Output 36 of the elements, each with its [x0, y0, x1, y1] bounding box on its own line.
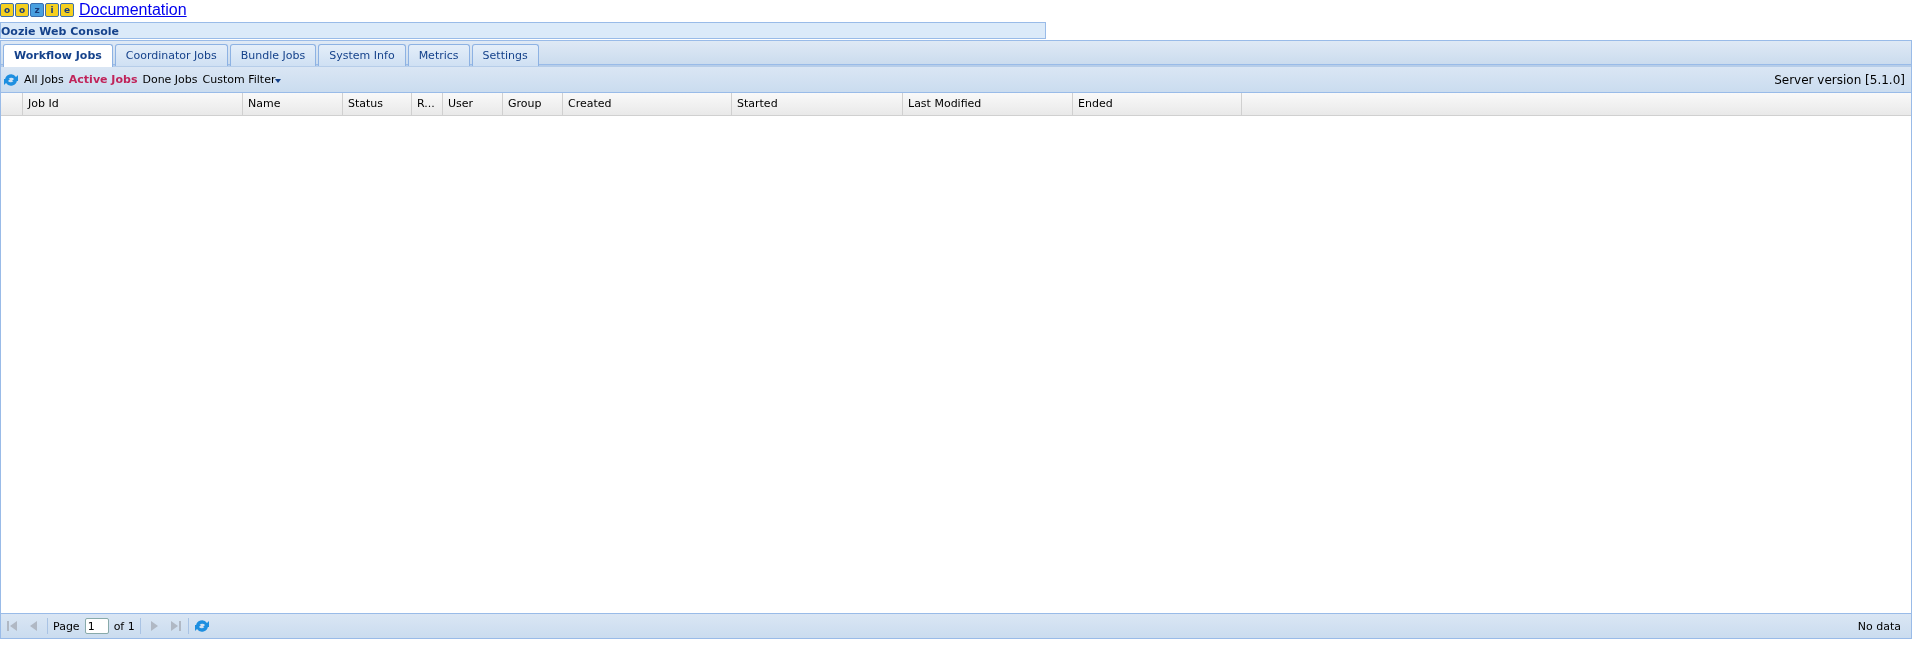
logo-letter: z — [30, 3, 44, 17]
column-header[interactable]: Group — [503, 93, 563, 115]
tab[interactable]: Bundle Jobs — [229, 44, 317, 66]
tab[interactable]: System Info — [318, 44, 406, 66]
refresh-icon — [193, 618, 210, 634]
column-header[interactable]: Started — [732, 93, 903, 115]
page-label: Page — [53, 619, 80, 633]
tab[interactable]: Settings — [471, 44, 539, 66]
console-title: Oozie Web Console — [0, 22, 1046, 39]
column-header[interactable]: R... — [412, 93, 443, 115]
page-input[interactable]: 1 — [84, 618, 109, 634]
documentation-link[interactable]: Documentation — [79, 1, 187, 19]
server-version: Server version [5.1.0] — [1774, 72, 1906, 87]
column-header[interactable]: Created — [563, 93, 732, 115]
refresh-button[interactable] — [193, 618, 210, 634]
refresh-icon[interactable] — [3, 71, 19, 88]
tab[interactable]: Metrics — [407, 44, 470, 66]
filter-link[interactable]: Done Jobs — [142, 73, 198, 86]
logo-letter: o — [15, 3, 29, 17]
logo-letter: i — [45, 3, 59, 17]
column-header[interactable]: Name — [243, 93, 343, 115]
column-header[interactable]: Ended — [1073, 93, 1242, 115]
column-header[interactable]: User — [443, 93, 503, 115]
filter-link[interactable]: Active Jobs — [68, 73, 138, 86]
caret-icon — [275, 79, 282, 83]
column-header[interactable]: Last Modified — [903, 93, 1073, 115]
column-header[interactable]: Status — [343, 93, 412, 115]
filter-dropdown[interactable]: Custom Filter — [202, 73, 282, 86]
tab[interactable]: Workflow Jobs — [3, 44, 113, 67]
tab[interactable]: Coordinator Jobs — [114, 44, 228, 66]
paging-status: No data — [1857, 619, 1902, 633]
logo-letter: o — [0, 3, 14, 17]
logo-letter: e — [60, 3, 74, 17]
column-header[interactable]: Job Id — [23, 93, 243, 115]
page-count: of 1 — [113, 619, 135, 633]
filter-link[interactable]: All Jobs — [24, 73, 64, 86]
